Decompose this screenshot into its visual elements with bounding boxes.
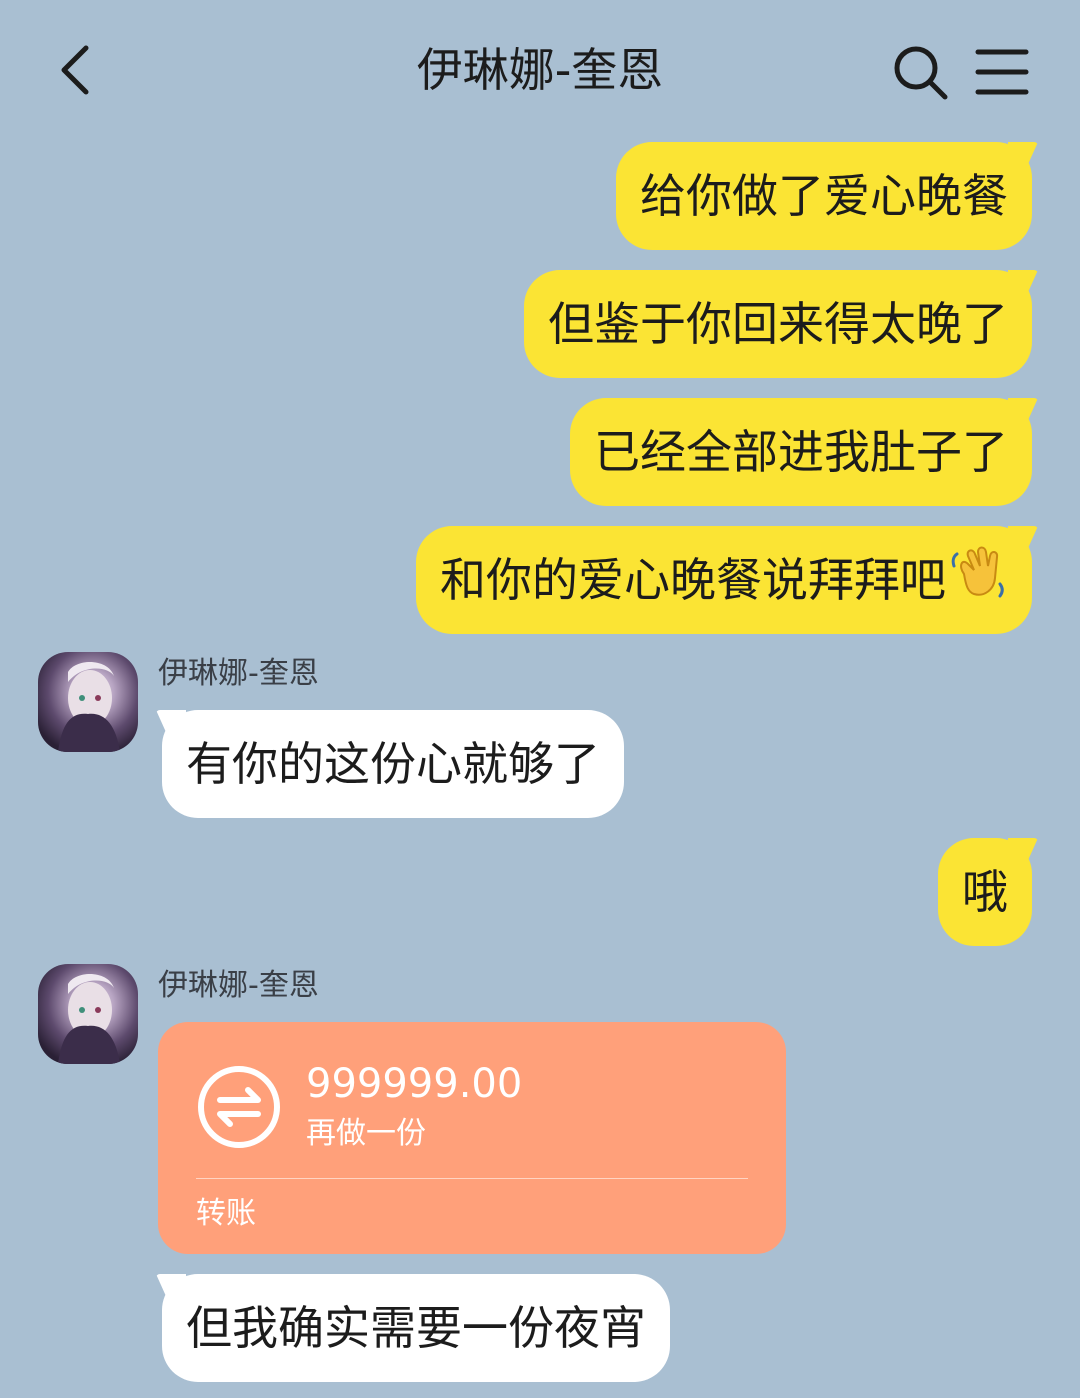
search-icon <box>894 46 948 100</box>
avatar[interactable] <box>38 652 138 752</box>
divider <box>196 1178 748 1179</box>
message-text: 有你的这份心就够了 <box>186 737 600 791</box>
message-bubble-outgoing[interactable]: 但鉴于你回来得太晚了 <box>524 270 1032 378</box>
message-text: 哦 <box>962 865 1008 919</box>
message-text: 但我确实需要一份夜宵 <box>186 1301 646 1355</box>
waving-hand-icon <box>948 530 1008 638</box>
message-text: 给你做了爱心晚餐 <box>640 169 1008 223</box>
chat-header: 伊琳娜-奎恩 <box>0 0 1080 140</box>
menu-icon <box>975 49 1029 95</box>
message-bubble-incoming[interactable]: 有你的这份心就够了 <box>162 710 624 818</box>
message-bubble-outgoing[interactable]: 和你的爱心晚餐说拜拜吧 <box>416 526 1032 634</box>
message-bubble-incoming[interactable]: 但我确实需要一份夜宵 <box>162 1274 670 1382</box>
sender-name: 伊琳娜-奎恩 <box>158 968 319 1003</box>
message-text: 但鉴于你回来得太晚了 <box>548 297 1008 351</box>
message-bubble-outgoing[interactable]: 哦 <box>938 838 1032 946</box>
message-text: 和你的爱心晚餐说拜拜吧 <box>440 553 946 607</box>
chat-screen: 伊琳娜-奎恩 给你做了爱心晚餐 但鉴于你回来得太晚了 已经全部进我肚子了 和你的… <box>0 0 1080 1398</box>
menu-button[interactable] <box>974 44 1030 100</box>
sender-name: 伊琳娜-奎恩 <box>158 656 319 691</box>
message-bubble-outgoing[interactable]: 已经全部进我肚子了 <box>570 398 1032 506</box>
transfer-amount: 999999.00 <box>306 1061 523 1107</box>
avatar[interactable] <box>38 964 138 1064</box>
message-bubble-outgoing[interactable]: 给你做了爱心晚餐 <box>616 142 1032 250</box>
message-text: 已经全部进我肚子了 <box>594 425 1008 479</box>
transfer-label: 转账 <box>196 1196 256 1231</box>
transfer-icon <box>196 1064 282 1150</box>
transfer-note: 再做一份 <box>306 1116 426 1151</box>
transfer-card[interactable]: 999999.00 再做一份 转账 <box>158 1022 786 1254</box>
search-button[interactable] <box>890 42 950 102</box>
